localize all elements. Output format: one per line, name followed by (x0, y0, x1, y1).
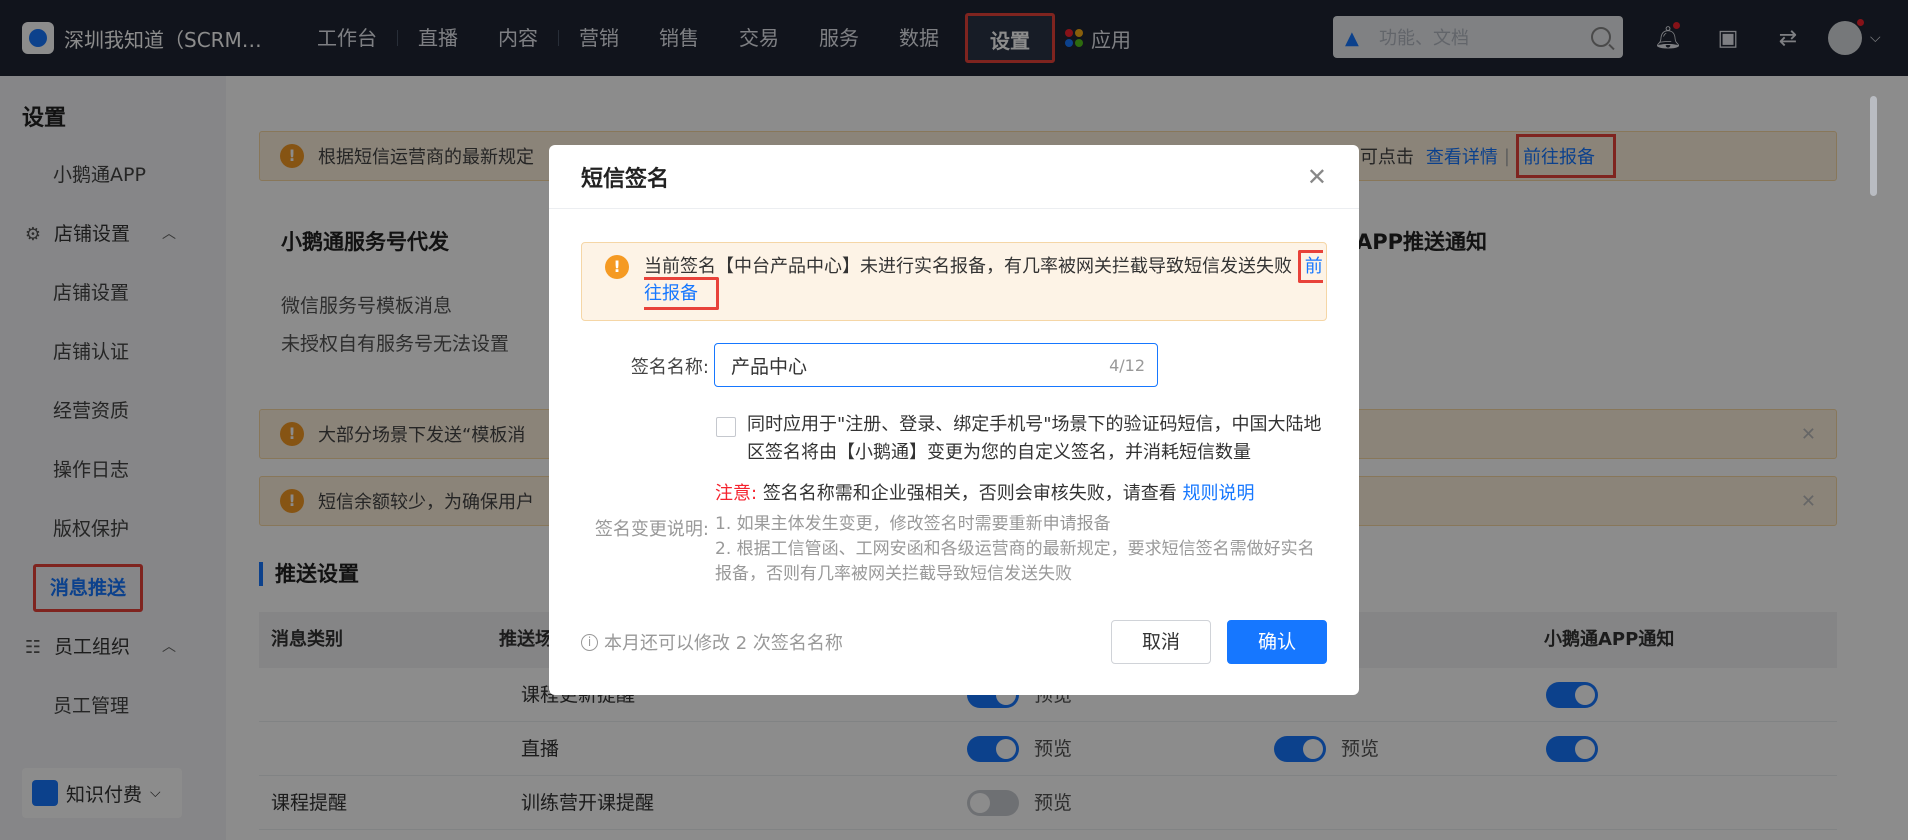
dialog-title: 短信签名 (581, 166, 670, 192)
scrollbar[interactable] (1870, 96, 1877, 196)
footer-info-text: 本月还可以修改 2 次签名名称 (604, 633, 843, 654)
footer-info: i 本月还可以修改 2 次签名名称 (581, 629, 843, 655)
signature-name-input[interactable]: 产品中心 4/12 (714, 343, 1158, 387)
cancel-button[interactable]: 取消 (1111, 620, 1211, 664)
warning-text: 当前签名【中台产品中心】未进行实名报备，有几率被网关拦截导致短信发送失败 前往报… (644, 250, 1324, 310)
checkbox-label: 同时应用于"注册、登录、绑定手机号"场景下的验证码短信，中国大陆地区签名将由【小… (747, 414, 1322, 463)
dialog-header: 短信签名 ✕ (549, 145, 1359, 209)
signature-name-value: 产品中心 (731, 355, 808, 378)
change-desc-line: 2. 根据工信管函、工网安函和各级运营商的最新规定，要求短信签名需做好实名报备，… (715, 539, 1315, 584)
signature-name-label: 签名名称: (630, 357, 709, 378)
warning-message: 当前签名【中台产品中心】未进行实名报备，有几率被网关拦截导致短信发送失败 (644, 256, 1292, 277)
info-icon: i (581, 633, 598, 651)
change-desc-line: 1. 如果主体发生变更，修改签名时需要重新申请报备 (715, 514, 1111, 534)
confirm-button[interactable]: 确认 (1227, 620, 1327, 664)
rules-link[interactable]: 规则说明 (1183, 483, 1255, 504)
change-desc-label: 签名变更说明: (594, 519, 709, 540)
sms-signature-dialog: 短信签名 ✕ ! 当前签名【中台产品中心】未进行实名报备，有几率被网关拦截导致短… (549, 145, 1359, 695)
note-body: 签名名称需和企业强相关，否则会审核失败，请查看 (762, 483, 1177, 504)
warning-icon: ! (605, 255, 629, 279)
char-counter: 4/12 (1109, 355, 1145, 375)
close-icon[interactable]: ✕ (1307, 163, 1327, 191)
dialog-warning: ! 当前签名【中台产品中心】未进行实名报备，有几率被网关拦截导致短信发送失败 前… (581, 242, 1327, 321)
note-text: 注意: 签名名称需和企业强相关，否则会审核失败，请查看 规则说明 (715, 479, 1255, 505)
note-prefix: 注意: (715, 483, 758, 504)
change-desc: 1. 如果主体发生变更，修改签名时需要重新申请报备 2. 根据工信管函、工网安函… (715, 512, 1325, 587)
apply-to-verification-checkbox[interactable] (716, 417, 736, 437)
